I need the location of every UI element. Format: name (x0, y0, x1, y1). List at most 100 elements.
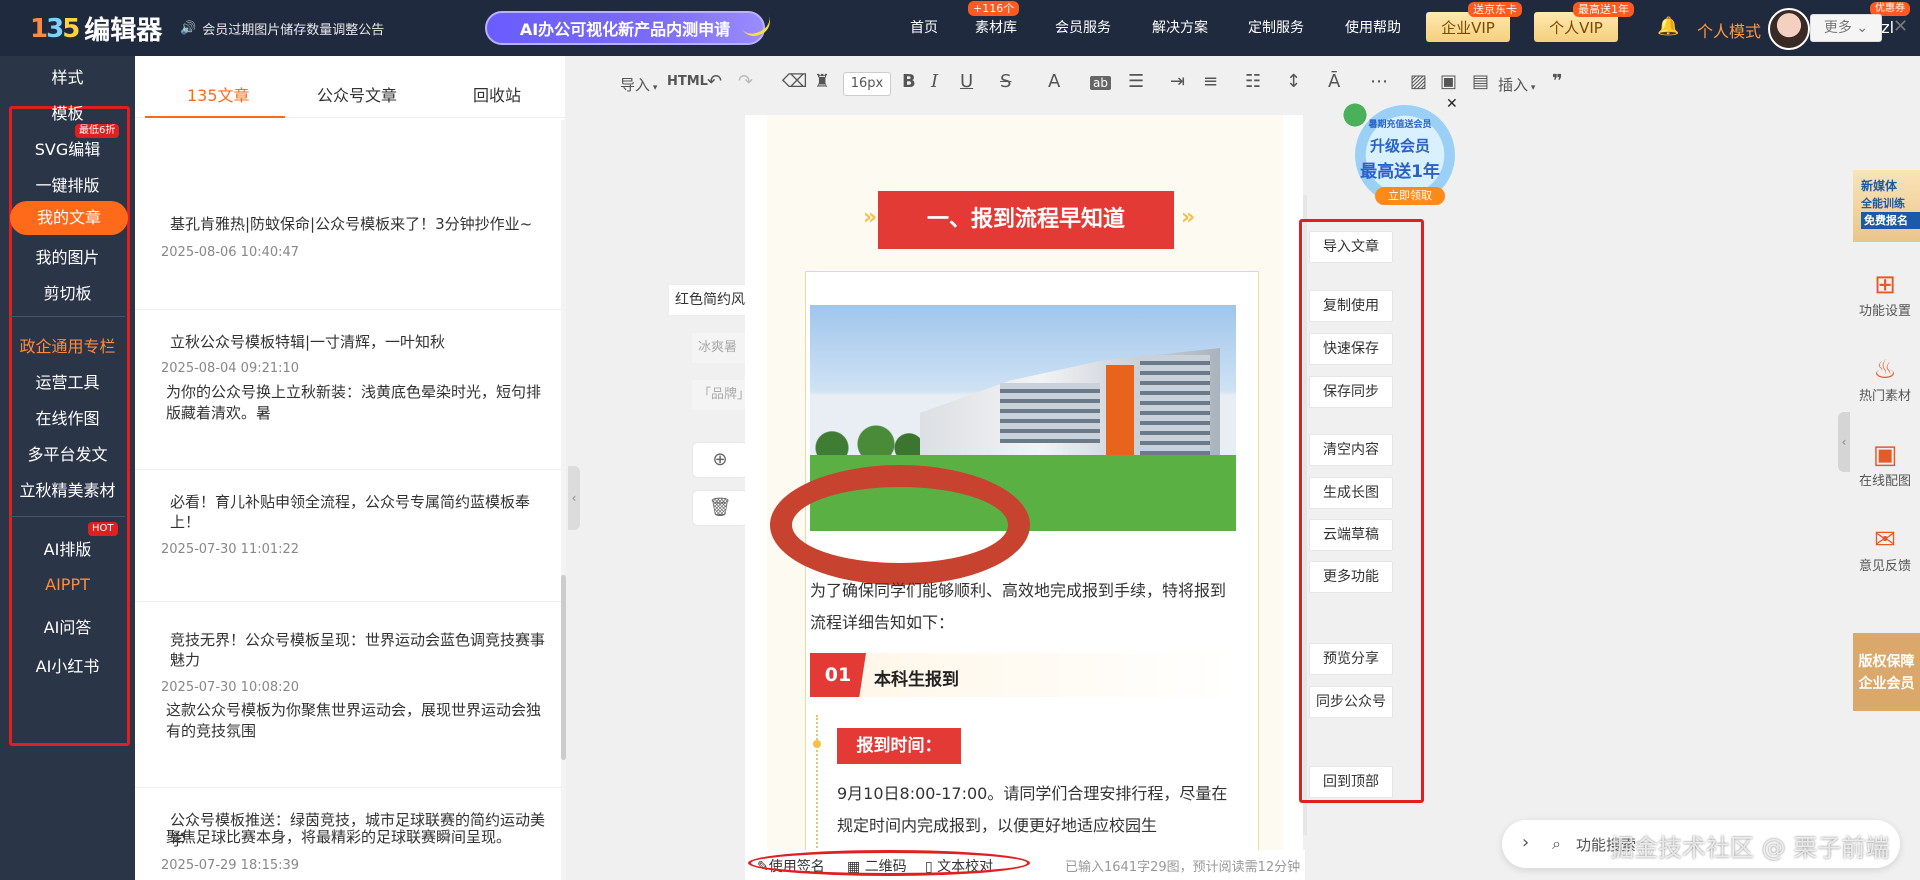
sidebar-item-ai-qa[interactable]: AI问答 (0, 614, 135, 638)
font-color-icon[interactable]: A (1048, 71, 1060, 92)
collapse-panel-handle[interactable]: ‹ (568, 466, 580, 530)
tab-underline (145, 116, 285, 118)
style-tag[interactable]: 「品牌」 (692, 380, 748, 410)
save-sync-button[interactable]: 保存同步 (1309, 376, 1393, 408)
sidebar-item-svg[interactable]: SVG编辑 (0, 136, 135, 160)
tab-135-articles[interactable]: 135文章 (187, 82, 250, 106)
sidebar-item-ops-tools[interactable]: 运营工具 (0, 369, 135, 393)
line-height-icon[interactable]: ↕ (1286, 71, 1301, 92)
hot-materials[interactable]: ♨ 热门素材 (1850, 355, 1920, 404)
enterprise-member-promo[interactable]: 版权保障 企业会员 (1853, 633, 1920, 711)
sidebar-item-one-click[interactable]: 一键排版 (0, 172, 135, 196)
sidebar-item-autumn[interactable]: 立秋精美素材 (0, 477, 135, 501)
section-title[interactable]: 一、报到流程早知道 (878, 191, 1174, 249)
back-to-top-button[interactable]: 回到顶部 (1309, 766, 1393, 798)
sidebar-item-ai-redbook[interactable]: AI小红书 (0, 653, 135, 677)
long-image-button[interactable]: 生成长图 (1309, 477, 1393, 509)
style-tag[interactable]: 红色简约风 (668, 284, 748, 316)
indent-icon[interactable]: ⇥ (1170, 71, 1185, 92)
sidebar-item-templates[interactable]: 模板 (0, 100, 135, 124)
campus-photo[interactable] (770, 305, 1236, 585)
preview-share-button[interactable]: 预览分享 (1309, 643, 1393, 675)
function-settings[interactable]: ⊞ 功能设置 (1850, 270, 1920, 319)
insert-menu[interactable]: 插入 ▾ (1498, 74, 1535, 95)
list-item[interactable]: 立秋公众号模板特辑|一寸清辉，一叶知秋 2025-08-04 09:21:10 … (135, 310, 565, 470)
redo-icon[interactable]: ↷ (738, 71, 753, 92)
nav-home[interactable]: 首页 (910, 17, 938, 37)
format-painter-icon[interactable]: ♜ (814, 71, 830, 92)
add-icon[interactable]: ⊕ (692, 442, 748, 478)
more-functions-button[interactable]: 更多功能 (1309, 561, 1393, 593)
copy-use-button[interactable]: 复制使用 (1309, 290, 1393, 322)
list-icon[interactable]: ☷ (1245, 71, 1261, 92)
close-icon[interactable]: ✕ (1893, 16, 1908, 37)
font-size-select[interactable]: 16px (843, 72, 891, 96)
rail-collapse-handle[interactable]: ‹ (1838, 412, 1850, 472)
strikethrough-icon[interactable]: S (1000, 71, 1011, 92)
sidebar-item-my-images[interactable]: 我的图片 (0, 244, 135, 268)
feedback[interactable]: ✉ 意见反馈 (1850, 525, 1920, 574)
nav-materials[interactable]: 素材库 (975, 17, 1017, 37)
trash-icon[interactable]: 🗑 (692, 490, 748, 526)
bell-icon[interactable]: 🔔 (1657, 16, 1679, 37)
import-article-button[interactable]: 导入文章 (1309, 231, 1393, 263)
eraser-icon[interactable]: ⌫ (782, 71, 807, 92)
quote-icon[interactable]: ❞ (1552, 71, 1563, 92)
sidebar-item-my-articles[interactable]: 我的文章 (10, 201, 128, 235)
divider-icon[interactable]: ⋯ (1370, 71, 1388, 92)
time-label[interactable]: 报到时间： (837, 728, 961, 764)
clear-content-button[interactable]: 清空内容 (1309, 434, 1393, 466)
import-menu[interactable]: 导入 ▾ (620, 74, 657, 95)
training-promo[interactable]: 新媒体 全能训练 免费报名 (1853, 170, 1920, 242)
list-item[interactable]: 必看！育儿补贴申领全流程，公众号专属简约蓝模板奉上！ 2025-07-30 11… (135, 470, 565, 602)
undo-icon[interactable]: ↶ (707, 71, 722, 92)
tab-wechat-articles[interactable]: 公众号文章 (317, 82, 397, 106)
sidebar-item-aippt[interactable]: AIPPT (0, 575, 135, 594)
image-icon[interactable]: ▣ (1440, 71, 1457, 92)
mode-switch[interactable]: 个人模式 (1697, 18, 1761, 42)
cloud-draft-button[interactable]: 云端草稿 (1309, 519, 1393, 551)
image-library-icon[interactable]: ▤ (1472, 71, 1489, 92)
sidebar-item-styles[interactable]: 样式 (0, 64, 135, 88)
html-button[interactable]: HTML (667, 74, 708, 89)
subheading[interactable]: 01 本科生报到 (810, 653, 1236, 697)
time-paragraph[interactable]: 9月10日8:00-17:00。请同学们合理安排行程，尽量在规定时间内完成报到，… (837, 778, 1237, 842)
ad-button[interactable]: 立即领取 (1375, 187, 1445, 205)
avatar[interactable] (1768, 8, 1810, 50)
sidebar-item-online-design[interactable]: 在线作图 (0, 405, 135, 429)
sidebar-item-multi-platform[interactable]: 多平台发文 (0, 441, 135, 465)
list-item[interactable]: 基孔肯雅热|防蚊保命|公众号模板来了！3分钟抄作业~ 2025-08-06 10… (135, 166, 565, 310)
border-icon[interactable]: ▨ (1410, 71, 1427, 92)
intro-paragraph[interactable]: 为了确保同学们能够顺利、高效地完成报到手续，特将报到流程详细告知如下： (810, 575, 1240, 639)
notice-link[interactable]: 🔊 会员过期图片储存数量调整公告 (180, 19, 384, 38)
tab-recycle-bin[interactable]: 回收站 (473, 82, 521, 106)
article-scroll-thumb[interactable] (561, 575, 566, 760)
promo-banner[interactable]: AI办公可视化新产品内测申请 (485, 11, 775, 45)
nav-help[interactable]: 使用帮助 (1345, 17, 1401, 37)
style-tag[interactable]: 冰爽暑 (692, 333, 748, 363)
sidebar-item-clipboard[interactable]: 剪切板 (0, 280, 135, 304)
list-item[interactable]: 竞技无界！公众号模板呈现：世界运动会蓝色调竞技赛事魅力 2025-07-30 1… (135, 602, 565, 788)
background-color-icon[interactable]: ab (1090, 76, 1111, 90)
editor-canvas[interactable]: » 一、报到流程早知道 » 为了确保同学们能够顺利、高效地完成报到手续，特将报到… (745, 115, 1303, 850)
letter-spacing-icon[interactable]: Ā (1328, 71, 1340, 92)
nav-membership[interactable]: 会员服务 (1055, 17, 1111, 37)
more-button[interactable]: 更多 ⌄ (1810, 14, 1882, 42)
article-scroll-track[interactable] (561, 120, 566, 880)
paragraph-spacing-icon[interactable]: ≡ (1203, 71, 1218, 92)
nav-solutions[interactable]: 解决方案 (1152, 17, 1208, 37)
logo[interactable]: 135 编辑器 (30, 10, 162, 47)
nav-custom-service[interactable]: 定制服务 (1248, 17, 1304, 37)
membership-ad[interactable]: 暑期充值送会员 升级会员 最高送1年 立即领取 (1335, 95, 1465, 215)
quick-save-button[interactable]: 快速保存 (1309, 333, 1393, 365)
chevron-right-icon[interactable]: › (1522, 832, 1529, 853)
sync-wechat-button[interactable]: 同步公众号 (1309, 686, 1393, 718)
align-icon[interactable]: ☰ (1128, 71, 1144, 92)
sidebar-item-ai-layout[interactable]: AI排版 (0, 536, 135, 560)
italic-icon[interactable]: I (931, 71, 938, 92)
bold-icon[interactable]: B (902, 71, 916, 92)
sidebar-item-gov[interactable]: 政企通用专栏 (0, 333, 135, 357)
close-icon[interactable]: ✕ (1446, 96, 1458, 112)
online-images[interactable]: ▣ 在线配图 (1850, 440, 1920, 489)
underline-icon[interactable]: U (960, 71, 973, 92)
